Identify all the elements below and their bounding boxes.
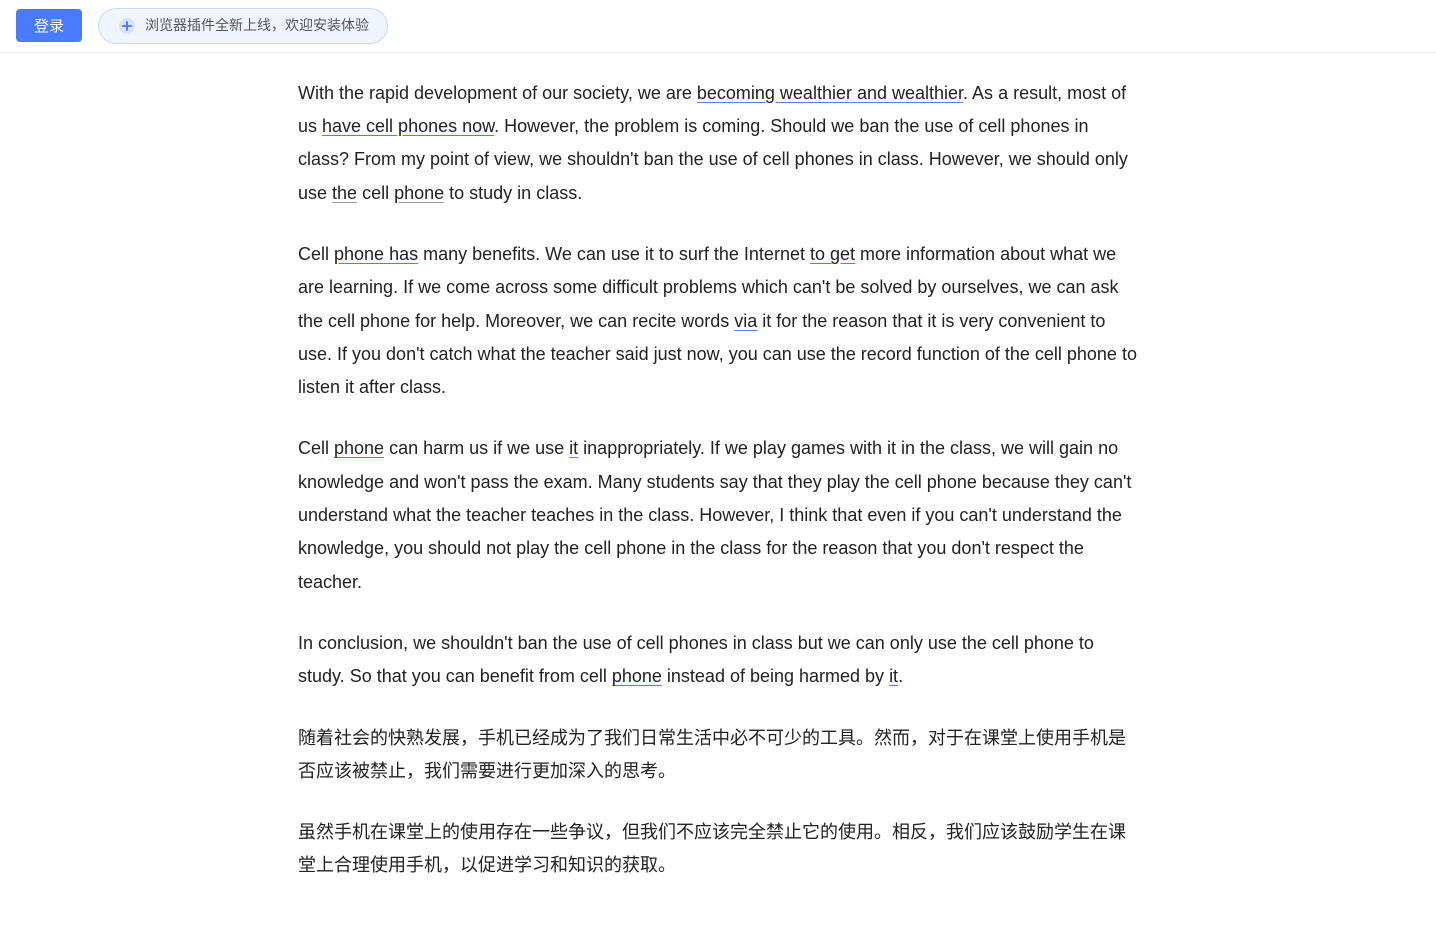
para1-text-start: With the rapid development of our societ… xyxy=(298,83,697,103)
zh-paragraph-2: 虽然手机在课堂上的使用存在一些争议，但我们不应该完全禁止它的使用。相反，我们应该… xyxy=(298,816,1138,883)
login-button[interactable]: 登录 xyxy=(16,9,82,42)
para2-link-phone-has[interactable]: phone has xyxy=(334,244,418,264)
top-bar: 登录 浏览器插件全新上线，欢迎安装体验 xyxy=(0,0,1436,53)
para3-text-mid1: can harm us if we use xyxy=(384,438,569,458)
zh-paragraph-1: 随着社会的快熟发展，手机已经成为了我们日常生活中必不可少的工具。然而，对于在课堂… xyxy=(298,722,1138,789)
paragraph-2: Cell phone has many benefits. We can use… xyxy=(298,238,1138,404)
para1-link-have[interactable]: have cell phones now xyxy=(322,116,494,136)
para3-link-it[interactable]: it xyxy=(569,438,578,458)
para4-link-it[interactable]: it xyxy=(889,666,898,686)
paragraph-1: With the rapid development of our societ… xyxy=(298,77,1138,210)
para1-link-the[interactable]: the xyxy=(332,183,357,203)
para2-text-start: Cell xyxy=(298,244,334,264)
para4-link-phone[interactable]: phone xyxy=(612,666,662,686)
paragraph-4: In conclusion, we shouldn't ban the use … xyxy=(298,627,1138,694)
content-area: With the rapid development of our societ… xyxy=(258,53,1178,951)
plugin-banner[interactable]: 浏览器插件全新上线，欢迎安装体验 xyxy=(98,8,388,44)
paragraph-3: Cell phone can harm us if we use it inap… xyxy=(298,432,1138,598)
para3-text-mid2: inappropriately. If we play games with i… xyxy=(298,438,1131,591)
para4-period: . xyxy=(898,666,903,686)
plugin-icon xyxy=(117,16,137,36)
para2-text-mid1: many benefits. We can use it to surf the… xyxy=(418,244,810,264)
para2-link-via[interactable]: via xyxy=(734,311,757,331)
para1-link-phone[interactable]: phone xyxy=(394,183,444,203)
para3-text-start: Cell xyxy=(298,438,334,458)
para1-text-mid3: cell xyxy=(357,183,394,203)
para2-link-to-get[interactable]: to get xyxy=(810,244,855,264)
para3-link-phone[interactable]: phone xyxy=(334,438,384,458)
para1-link-becoming[interactable]: becoming wealthier and wealthier xyxy=(697,83,963,103)
para1-text-end: to study in class. xyxy=(444,183,582,203)
plugin-banner-text: 浏览器插件全新上线，欢迎安装体验 xyxy=(145,14,369,38)
para4-text-end: instead of being harmed by xyxy=(662,666,889,686)
